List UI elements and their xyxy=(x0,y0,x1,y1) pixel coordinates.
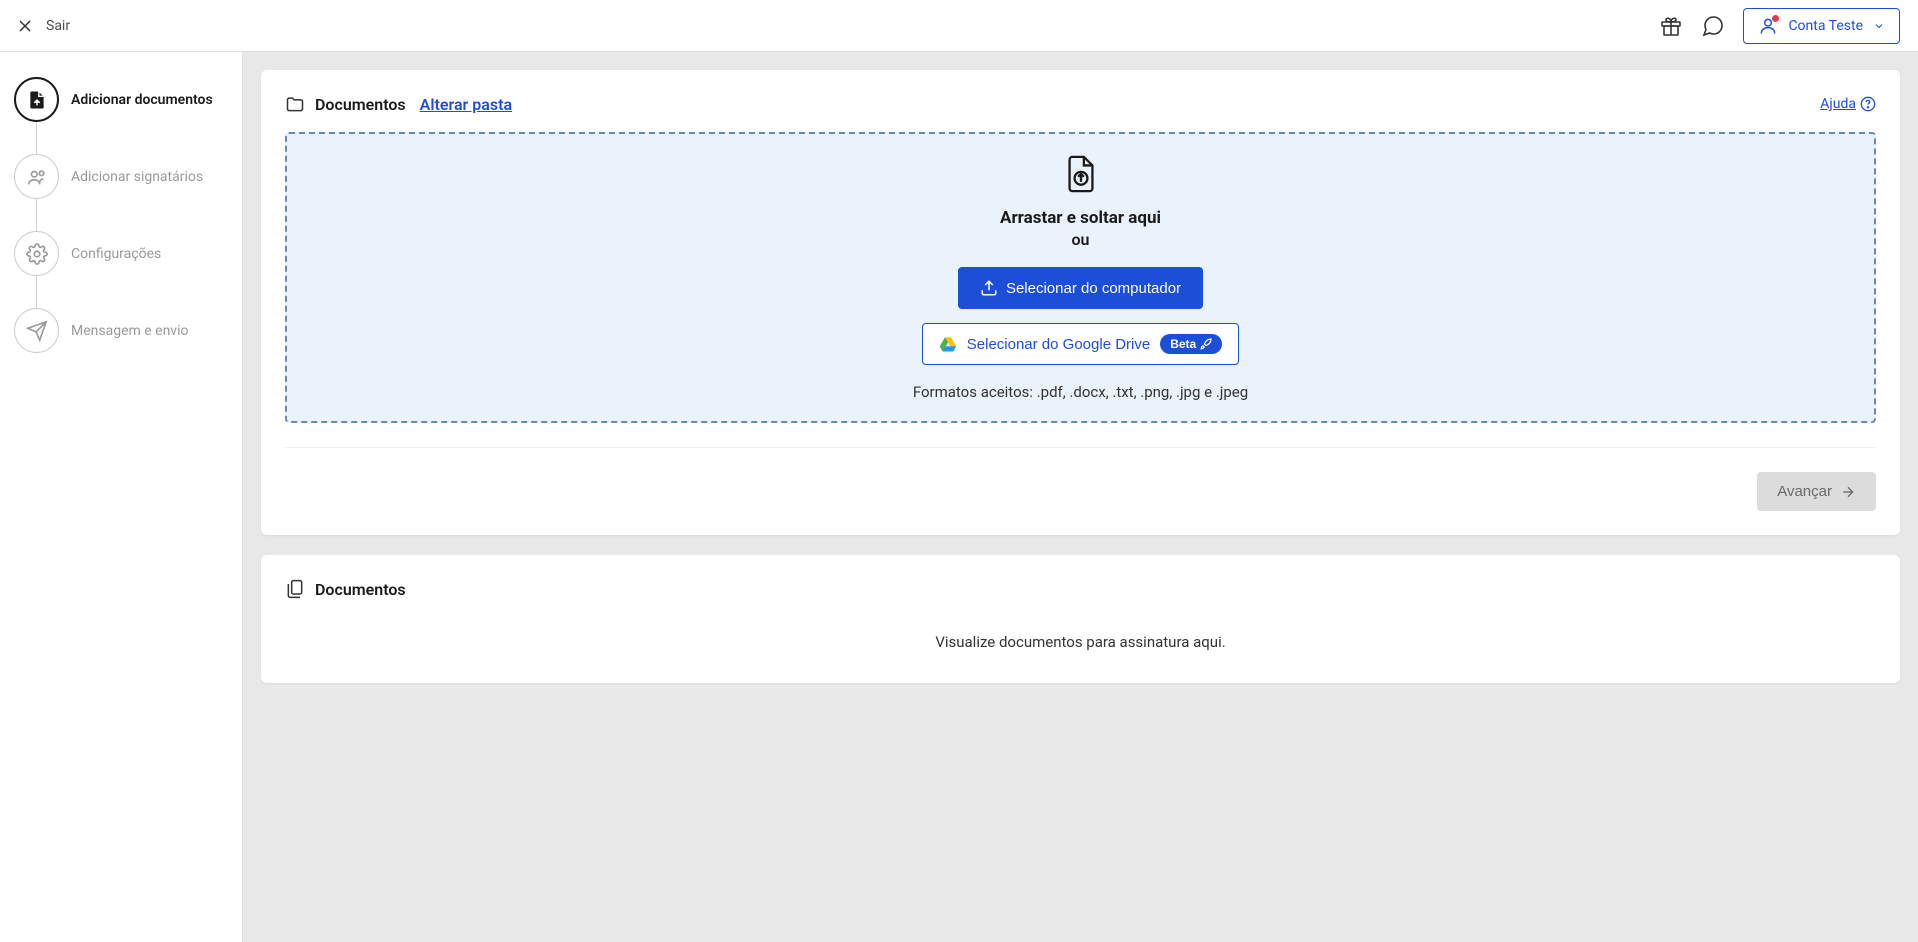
folder-icon xyxy=(285,94,305,114)
upload-card: Documentos Alterar pasta Ajuda xyxy=(261,70,1900,535)
google-drive-icon xyxy=(939,335,957,353)
step-label: Adicionar signatários xyxy=(71,169,203,185)
top-header: Sair Conta Teste xyxy=(0,0,1918,52)
help-icon xyxy=(1860,96,1876,112)
select-gdrive-button[interactable]: Selecionar do Google Drive Beta xyxy=(922,323,1239,365)
layout: Adicionar documentos Adicionar signatári… xyxy=(0,52,1918,942)
step-label: Adicionar documentos xyxy=(71,92,213,108)
account-button[interactable]: Conta Teste xyxy=(1743,8,1900,44)
card-header: Documentos Alterar pasta Ajuda xyxy=(285,94,1876,114)
select-computer-label: Selecionar do computador xyxy=(1006,280,1181,297)
docs-list-header: Documentos xyxy=(285,579,1876,599)
help-label: Ajuda xyxy=(1820,96,1856,112)
upload-icon xyxy=(980,279,998,297)
documents-list-card: Documentos Visualize documentos para ass… xyxy=(261,555,1900,683)
avatar-icon xyxy=(1758,16,1778,36)
gear-icon xyxy=(14,231,59,276)
close-icon[interactable] xyxy=(18,19,32,33)
drop-title: Arrastar e soltar aqui xyxy=(1000,208,1161,228)
step-add-documents[interactable]: Adicionar documentos xyxy=(14,77,228,122)
step-label: Configurações xyxy=(71,246,161,262)
exit-label[interactable]: Sair xyxy=(46,18,70,34)
document-icon xyxy=(14,77,59,122)
arrow-right-icon xyxy=(1840,484,1856,500)
sidebar: Adicionar documentos Adicionar signatári… xyxy=(0,52,243,942)
chevron-down-icon xyxy=(1873,20,1885,32)
docs-list-title: Documentos xyxy=(315,580,406,599)
step-add-signers[interactable]: Adicionar signatários xyxy=(14,154,228,199)
main-content: Documentos Alterar pasta Ajuda xyxy=(243,52,1918,942)
docs-empty-message: Visualize documentos para assinatura aqu… xyxy=(285,615,1876,659)
formats-text: Formatos aceitos: .pdf, .docx, .txt, .pn… xyxy=(913,383,1248,401)
folder-label: Documentos xyxy=(315,95,406,114)
beta-badge: Beta xyxy=(1160,334,1222,354)
card-header-left: Documentos Alterar pasta xyxy=(285,94,512,114)
rocket-icon xyxy=(1200,338,1212,350)
drop-or: ou xyxy=(1072,230,1090,249)
notification-dot xyxy=(1772,15,1779,22)
next-label: Avançar xyxy=(1777,483,1832,500)
documents-icon xyxy=(285,579,305,599)
select-computer-button[interactable]: Selecionar do computador xyxy=(958,267,1203,309)
account-label: Conta Teste xyxy=(1788,18,1863,34)
step-message-send[interactable]: Mensagem e envio xyxy=(14,308,228,353)
step-list: Adicionar documentos Adicionar signatári… xyxy=(14,77,228,353)
beta-label: Beta xyxy=(1170,337,1196,351)
header-right: Conta Teste xyxy=(1659,8,1900,44)
step-label: Mensagem e envio xyxy=(71,323,188,339)
send-icon xyxy=(14,308,59,353)
next-button[interactable]: Avançar xyxy=(1757,472,1876,511)
people-icon xyxy=(14,154,59,199)
step-settings[interactable]: Configurações xyxy=(14,231,228,276)
gift-icon[interactable] xyxy=(1659,14,1683,38)
chat-icon[interactable] xyxy=(1701,14,1725,38)
select-gdrive-label: Selecionar do Google Drive xyxy=(967,336,1150,353)
upload-file-icon xyxy=(1063,154,1099,194)
change-folder-link[interactable]: Alterar pasta xyxy=(420,95,512,114)
header-left: Sair xyxy=(18,18,70,34)
drop-zone[interactable]: Arrastar e soltar aqui ou Selecionar do … xyxy=(285,132,1876,423)
help-link[interactable]: Ajuda xyxy=(1820,96,1876,112)
card-footer: Avançar xyxy=(285,472,1876,511)
divider xyxy=(285,447,1876,448)
